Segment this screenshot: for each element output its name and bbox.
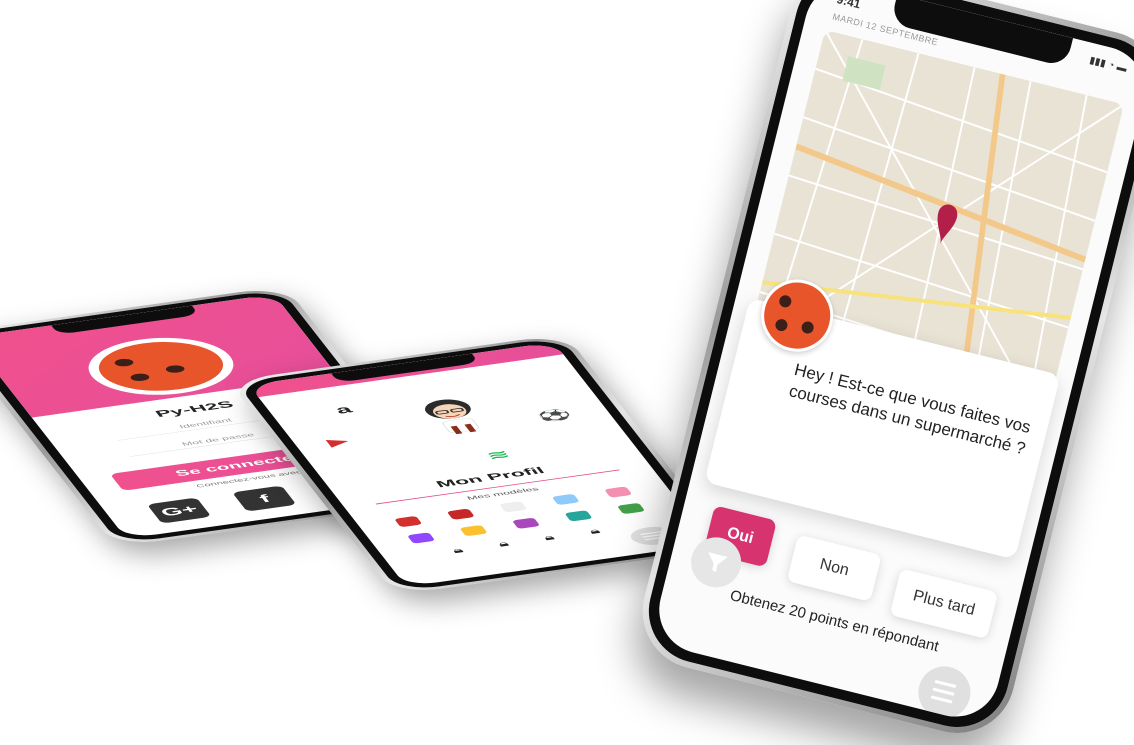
star-model-icon[interactable] bbox=[459, 524, 488, 537]
card-model-icon[interactable] bbox=[499, 501, 528, 513]
amazon-icon[interactable]: a bbox=[332, 403, 356, 417]
bot-eye bbox=[778, 294, 793, 309]
lock-icon: 🔒︎ bbox=[541, 532, 557, 542]
status-time: 9:41 bbox=[835, 0, 863, 12]
car-model-icon[interactable] bbox=[446, 508, 476, 521]
survey-screen: 9:41 MARDI 12 SEPTEMBRE ▮▮▮ ◔ ▬ Hey ! Es… bbox=[649, 0, 1134, 726]
phone-mockup-scene: Py-H2S Identifiant Mot de passe Se conne… bbox=[0, 0, 1134, 745]
status-icons: ▮▮▮ ◔ ▬ bbox=[1088, 54, 1128, 75]
game-model-icon[interactable] bbox=[511, 517, 541, 529]
bot-eye bbox=[112, 358, 136, 368]
bot-eye bbox=[163, 364, 187, 374]
phone-survey: 9:41 MARDI 12 SEPTEMBRE ▮▮▮ ◔ ▬ Hey ! Es… bbox=[630, 0, 1134, 745]
globe-model-icon[interactable] bbox=[551, 493, 581, 506]
lock-icon: 🔒︎ bbox=[586, 526, 603, 536]
bot-eye bbox=[800, 320, 815, 335]
answer-later-button[interactable]: Plus tard bbox=[889, 568, 999, 640]
bot-eye bbox=[774, 317, 789, 333]
bot-eye bbox=[128, 372, 152, 383]
google-plus-icon[interactable]: G+ bbox=[147, 497, 212, 524]
bike-model-icon[interactable] bbox=[604, 486, 633, 498]
lock-icon: 🔒︎ bbox=[495, 539, 511, 549]
cart-model-icon[interactable] bbox=[394, 515, 423, 528]
plant-model-icon[interactable] bbox=[616, 502, 646, 515]
answer-no-button[interactable]: Non bbox=[786, 534, 882, 602]
youtube-icon[interactable]: ▶ bbox=[323, 434, 352, 449]
user-avatar bbox=[425, 399, 480, 435]
facebook-icon[interactable]: f bbox=[232, 485, 297, 512]
music-model-icon[interactable] bbox=[564, 509, 593, 522]
lock-icon: 🔒︎ bbox=[449, 545, 466, 555]
profile-screen: a ▶ ≋ ⚽ Mon Profil Mes modèles 🔒︎ 🔒︎ 🔒︎ … bbox=[248, 342, 712, 587]
soccer-ball-icon[interactable]: ⚽ bbox=[534, 408, 575, 424]
twitch-model-icon[interactable] bbox=[406, 532, 436, 544]
spotify-icon[interactable]: ≋ bbox=[483, 448, 514, 463]
